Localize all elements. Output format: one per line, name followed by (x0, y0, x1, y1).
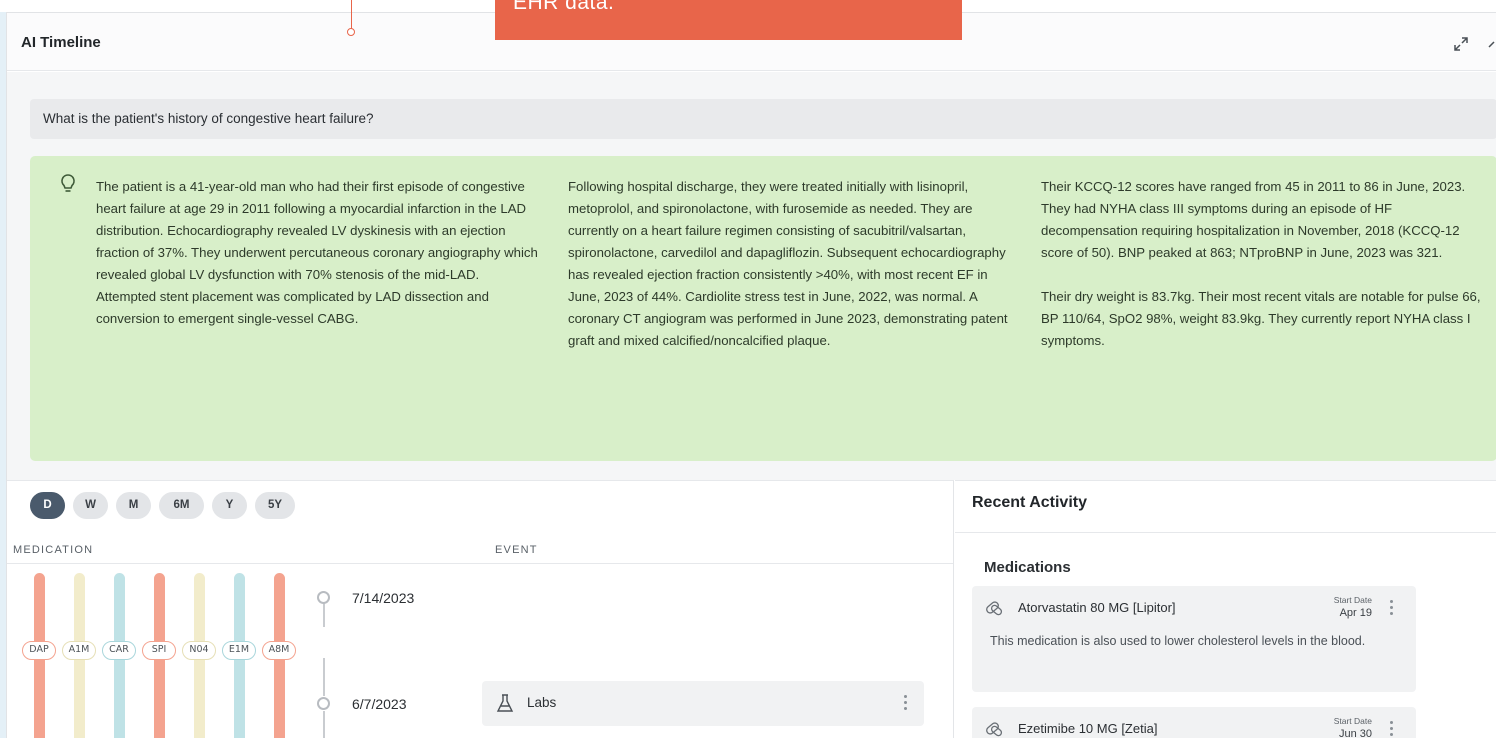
timeline-node (317, 591, 330, 604)
chevron-up-icon[interactable] (1487, 34, 1496, 54)
answer-column-1: The patient is a 41-year-old man who had… (96, 176, 538, 352)
start-date-value: Apr 19 (1339, 607, 1372, 619)
start-date-value: Jun 30 (1338, 728, 1372, 738)
range-button-d[interactable]: D (30, 492, 65, 519)
ai-answer-box: The patient is a 41-year-old man who had… (30, 156, 1496, 461)
header-divider (7, 563, 953, 564)
medication-pill[interactable]: N04 (182, 641, 216, 660)
timeline-segment (323, 711, 325, 738)
medication-column-header: MEDICATION (13, 544, 94, 556)
medication-pill[interactable]: SPI (142, 641, 176, 660)
recent-activity-divider (955, 532, 1496, 533)
pill-icon (986, 722, 1003, 737)
pill-icon (986, 601, 1003, 616)
annotation-callout: EHR data. (495, 0, 962, 40)
timeline-date: 6/7/2023 (352, 696, 407, 712)
event-card-labs[interactable]: Labs (482, 681, 924, 726)
recent-activity-section: Recent Activity Medications Atorvastatin… (955, 480, 1496, 738)
start-date-label: Start Date (1333, 716, 1372, 726)
ai-timeline-panel: AI Timeline What is the patient's histor… (6, 12, 1496, 738)
medication-pill[interactable]: A8M (262, 641, 296, 660)
callout-anchor-dot (347, 28, 355, 36)
timeline-node (317, 697, 330, 710)
lightbulb-icon (61, 174, 75, 192)
medication-name: Atorvastatin 80 MG [Lipitor] (1018, 600, 1176, 615)
answer-paragraph: Their dry weight is 83.7kg. Their most r… (1041, 289, 1481, 348)
range-button-6m[interactable]: 6M (159, 492, 204, 519)
medication-name: Ezetimibe 10 MG [Zetia] (1018, 721, 1158, 736)
timeline-section: D W M 6M Y 5Y MEDICATION EVENT DAP A1M C… (7, 480, 954, 738)
event-label: Labs (527, 695, 557, 710)
callout-connector (351, 0, 352, 30)
more-options-icon[interactable] (1388, 721, 1394, 738)
answer-column-3: Their KCCQ-12 scores have ranged from 45… (1041, 176, 1485, 374)
answer-paragraph: Their KCCQ-12 scores have ranged from 45… (1041, 179, 1466, 260)
medications-subtitle: Medications (984, 559, 1071, 576)
start-date-label: Start Date (1333, 595, 1372, 605)
medication-pill[interactable]: DAP (22, 641, 56, 660)
range-button-y[interactable]: Y (212, 492, 247, 519)
more-options-icon[interactable] (902, 695, 908, 713)
medication-description: This medication is also used to lower ch… (990, 634, 1366, 648)
panel-title: AI Timeline (21, 34, 101, 51)
callout-text: EHR data. (513, 0, 615, 14)
more-options-icon[interactable] (1388, 600, 1394, 618)
medication-pill[interactable]: E1M (222, 641, 256, 660)
flask-icon (496, 694, 514, 712)
range-button-5y[interactable]: 5Y (255, 492, 295, 519)
answer-column-2: Following hospital discharge, they were … (568, 176, 1008, 374)
medication-pill[interactable]: CAR (102, 641, 136, 660)
medication-card[interactable]: Ezetimibe 10 MG [Zetia] Start Date Jun 3… (972, 707, 1416, 738)
range-button-w[interactable]: W (73, 492, 108, 519)
medication-pill[interactable]: A1M (62, 641, 96, 660)
timeline-date: 7/14/2023 (352, 590, 415, 606)
answer-paragraph: Following hospital discharge, they were … (568, 179, 1008, 348)
timeline-segment (323, 658, 325, 696)
medication-card[interactable]: Atorvastatin 80 MG [Lipitor] Start Date … (972, 586, 1416, 692)
expand-icon[interactable] (1451, 34, 1471, 54)
answer-paragraph: The patient is a 41-year-old man who had… (96, 179, 538, 326)
range-button-m[interactable]: M (116, 492, 151, 519)
question-input[interactable]: What is the patient's history of congest… (30, 99, 1496, 139)
recent-activity-title: Recent Activity (972, 494, 1087, 511)
event-column-header: EVENT (495, 544, 538, 556)
